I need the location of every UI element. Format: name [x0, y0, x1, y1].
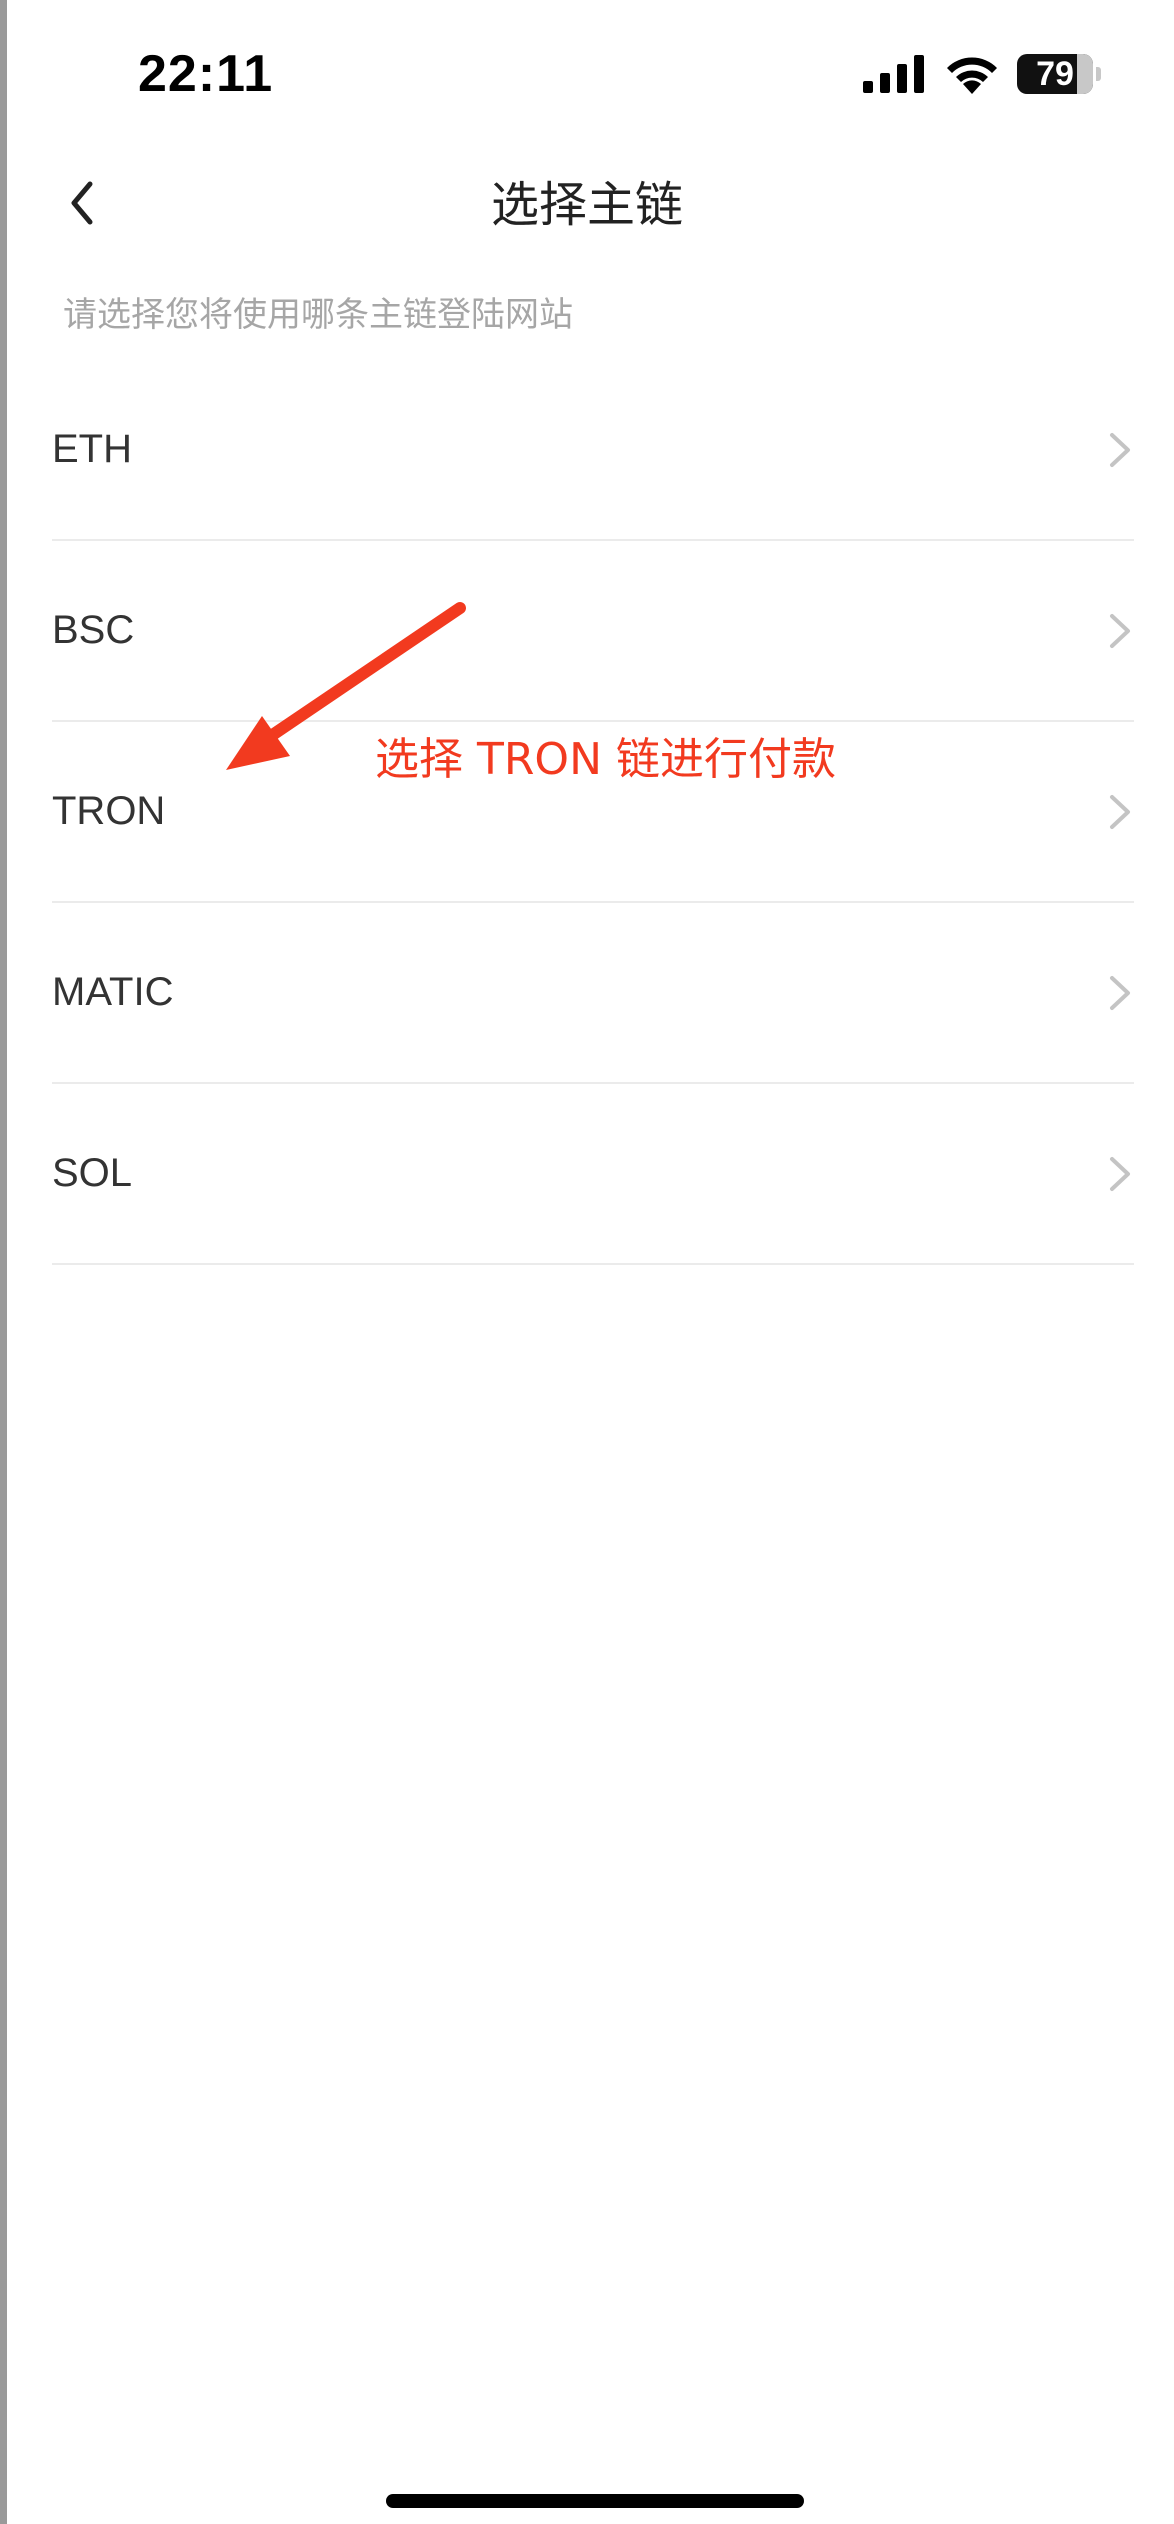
chevron-right-icon	[1110, 433, 1130, 467]
chain-item-sol[interactable]: SOL	[52, 1084, 1134, 1265]
chevron-right-icon	[1110, 795, 1130, 829]
chain-item-eth[interactable]: ETH	[52, 360, 1134, 541]
battery-level: 79	[1036, 55, 1074, 93]
page-title: 选择主链	[490, 177, 683, 233]
screen: 22:11 79 选择主链 请选择您将使用哪条主链登陆网站 ETH BSC TR…	[0, 0, 1174, 2524]
chevron-right-icon	[1110, 1157, 1130, 1191]
chevron-right-icon	[1110, 614, 1130, 648]
status-bar: 22:11 79	[0, 0, 1174, 140]
battery-icon: 79	[1017, 54, 1101, 94]
cellular-signal-icon	[863, 55, 924, 93]
chain-item-bsc[interactable]: BSC	[52, 541, 1134, 722]
status-time: 22:11	[138, 45, 274, 103]
chain-label: MATIC	[52, 970, 174, 1014]
chain-label: BSC	[52, 608, 135, 652]
chain-item-matic[interactable]: MATIC	[52, 903, 1134, 1084]
chain-list: ETH BSC TRON MATIC SOL	[52, 360, 1134, 1265]
battery-body: 79	[1017, 54, 1093, 94]
wifi-icon	[947, 57, 997, 94]
chain-label: SOL	[52, 1151, 133, 1195]
annotation-text: 选择 TRON 链进行付款	[375, 734, 836, 785]
page-subtitle: 请选择您将使用哪条主链登陆网站	[63, 295, 573, 335]
chain-label: ETH	[52, 427, 132, 471]
chain-label: TRON	[52, 789, 166, 833]
battery-tip	[1096, 67, 1101, 81]
home-indicator[interactable]	[386, 2494, 804, 2508]
chevron-right-icon	[1110, 976, 1130, 1010]
screen-edge	[0, 0, 7, 2524]
